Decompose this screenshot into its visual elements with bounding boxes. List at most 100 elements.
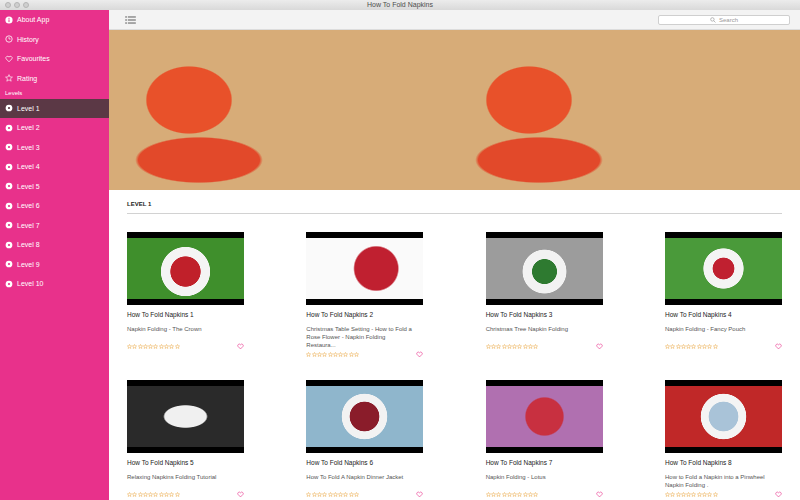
star-icon[interactable] (312, 492, 317, 497)
star-icon[interactable] (713, 344, 718, 349)
video-card[interactable]: How To Fold Napkins 3Christmas Tree Napk… (486, 232, 603, 358)
favourite-heart-icon[interactable] (775, 343, 782, 350)
star-icon[interactable] (686, 492, 691, 497)
video-card[interactable]: How To Fold Napkins 4Napkin Folding - Fa… (665, 232, 782, 358)
sidebar-item[interactable]: About App (0, 10, 109, 30)
star-icon[interactable] (343, 352, 348, 357)
star-icon[interactable] (148, 344, 153, 349)
star-icon[interactable] (306, 492, 311, 497)
favourite-heart-icon[interactable] (237, 343, 244, 350)
favourite-heart-icon[interactable] (237, 491, 244, 498)
star-icon[interactable] (691, 492, 696, 497)
video-thumbnail[interactable] (665, 380, 782, 453)
star-icon[interactable] (517, 492, 522, 497)
zoom-button[interactable] (23, 2, 29, 8)
star-icon[interactable] (143, 344, 148, 349)
video-thumbnail[interactable] (486, 380, 603, 453)
star-icon[interactable] (349, 492, 354, 497)
star-icon[interactable] (138, 492, 143, 497)
favourite-heart-icon[interactable] (416, 491, 423, 498)
star-icon[interactable] (338, 492, 343, 497)
star-icon[interactable] (502, 344, 507, 349)
star-rating[interactable] (486, 492, 539, 497)
level-item[interactable]: Level 3 (0, 138, 109, 158)
star-rating[interactable] (665, 492, 718, 497)
video-card[interactable]: How To Fold Napkins 5Relaxing Napkins Fo… (127, 380, 244, 498)
star-icon[interactable] (507, 344, 512, 349)
star-icon[interactable] (354, 352, 359, 357)
star-icon[interactable] (676, 492, 681, 497)
star-icon[interactable] (691, 344, 696, 349)
favourite-heart-icon[interactable] (596, 343, 603, 350)
video-thumbnail[interactable] (306, 380, 423, 453)
star-icon[interactable] (164, 344, 169, 349)
star-rating[interactable] (306, 492, 359, 497)
star-icon[interactable] (159, 492, 164, 497)
sidebar-item[interactable]: History (0, 30, 109, 50)
video-thumbnail[interactable] (306, 232, 423, 305)
star-rating[interactable] (127, 344, 180, 349)
star-rating[interactable] (127, 492, 180, 497)
star-icon[interactable] (175, 492, 180, 497)
star-icon[interactable] (697, 492, 702, 497)
star-icon[interactable] (317, 352, 322, 357)
star-rating[interactable] (486, 344, 539, 349)
search-field[interactable]: Search (658, 15, 790, 25)
star-icon[interactable] (676, 344, 681, 349)
star-icon[interactable] (702, 492, 707, 497)
star-icon[interactable] (143, 492, 148, 497)
star-icon[interactable] (491, 344, 496, 349)
level-item[interactable]: Level 2 (0, 118, 109, 138)
star-icon[interactable] (670, 344, 675, 349)
video-card[interactable]: How To Fold Napkins 7Napkin Folding - Lo… (486, 380, 603, 498)
video-card[interactable]: How To Fold Napkins 8How to Fold a Napki… (665, 380, 782, 498)
star-icon[interactable] (338, 352, 343, 357)
level-item[interactable]: Level 1 (0, 99, 109, 119)
star-icon[interactable] (333, 492, 338, 497)
star-icon[interactable] (306, 352, 311, 357)
star-icon[interactable] (681, 492, 686, 497)
video-card[interactable]: How To Fold Napkins 6How To Fold A Napki… (306, 380, 423, 498)
list-icon[interactable] (125, 16, 136, 24)
star-icon[interactable] (491, 492, 496, 497)
star-icon[interactable] (169, 344, 174, 349)
star-icon[interactable] (159, 344, 164, 349)
star-icon[interactable] (707, 492, 712, 497)
star-icon[interactable] (697, 344, 702, 349)
level-item[interactable]: Level 5 (0, 177, 109, 197)
star-icon[interactable] (713, 492, 718, 497)
star-icon[interactable] (496, 492, 501, 497)
level-item[interactable]: Level 7 (0, 216, 109, 236)
star-icon[interactable] (681, 344, 686, 349)
star-icon[interactable] (523, 492, 528, 497)
star-icon[interactable] (686, 344, 691, 349)
star-icon[interactable] (317, 492, 322, 497)
star-icon[interactable] (148, 492, 153, 497)
star-icon[interactable] (169, 492, 174, 497)
video-card[interactable]: How To Fold Napkins 1Napkin Folding - Th… (127, 232, 244, 358)
star-icon[interactable] (486, 492, 491, 497)
star-icon[interactable] (486, 344, 491, 349)
star-icon[interactable] (333, 352, 338, 357)
favourite-heart-icon[interactable] (775, 491, 782, 498)
level-item[interactable]: Level 4 (0, 157, 109, 177)
video-thumbnail[interactable] (665, 232, 782, 305)
close-button[interactable] (5, 2, 11, 8)
star-icon[interactable] (354, 492, 359, 497)
star-icon[interactable] (132, 344, 137, 349)
star-icon[interactable] (507, 492, 512, 497)
video-thumbnail[interactable] (127, 232, 244, 305)
star-icon[interactable] (127, 492, 132, 497)
star-icon[interactable] (153, 492, 158, 497)
minimize-button[interactable] (14, 2, 20, 8)
star-icon[interactable] (707, 344, 712, 349)
star-icon[interactable] (512, 344, 517, 349)
star-icon[interactable] (496, 344, 501, 349)
star-icon[interactable] (322, 492, 327, 497)
video-card[interactable]: How To Fold Napkins 2Christmas Table Set… (306, 232, 423, 358)
star-icon[interactable] (164, 492, 169, 497)
star-icon[interactable] (132, 492, 137, 497)
level-item[interactable]: Level 10 (0, 274, 109, 294)
star-icon[interactable] (512, 492, 517, 497)
star-icon[interactable] (528, 492, 533, 497)
